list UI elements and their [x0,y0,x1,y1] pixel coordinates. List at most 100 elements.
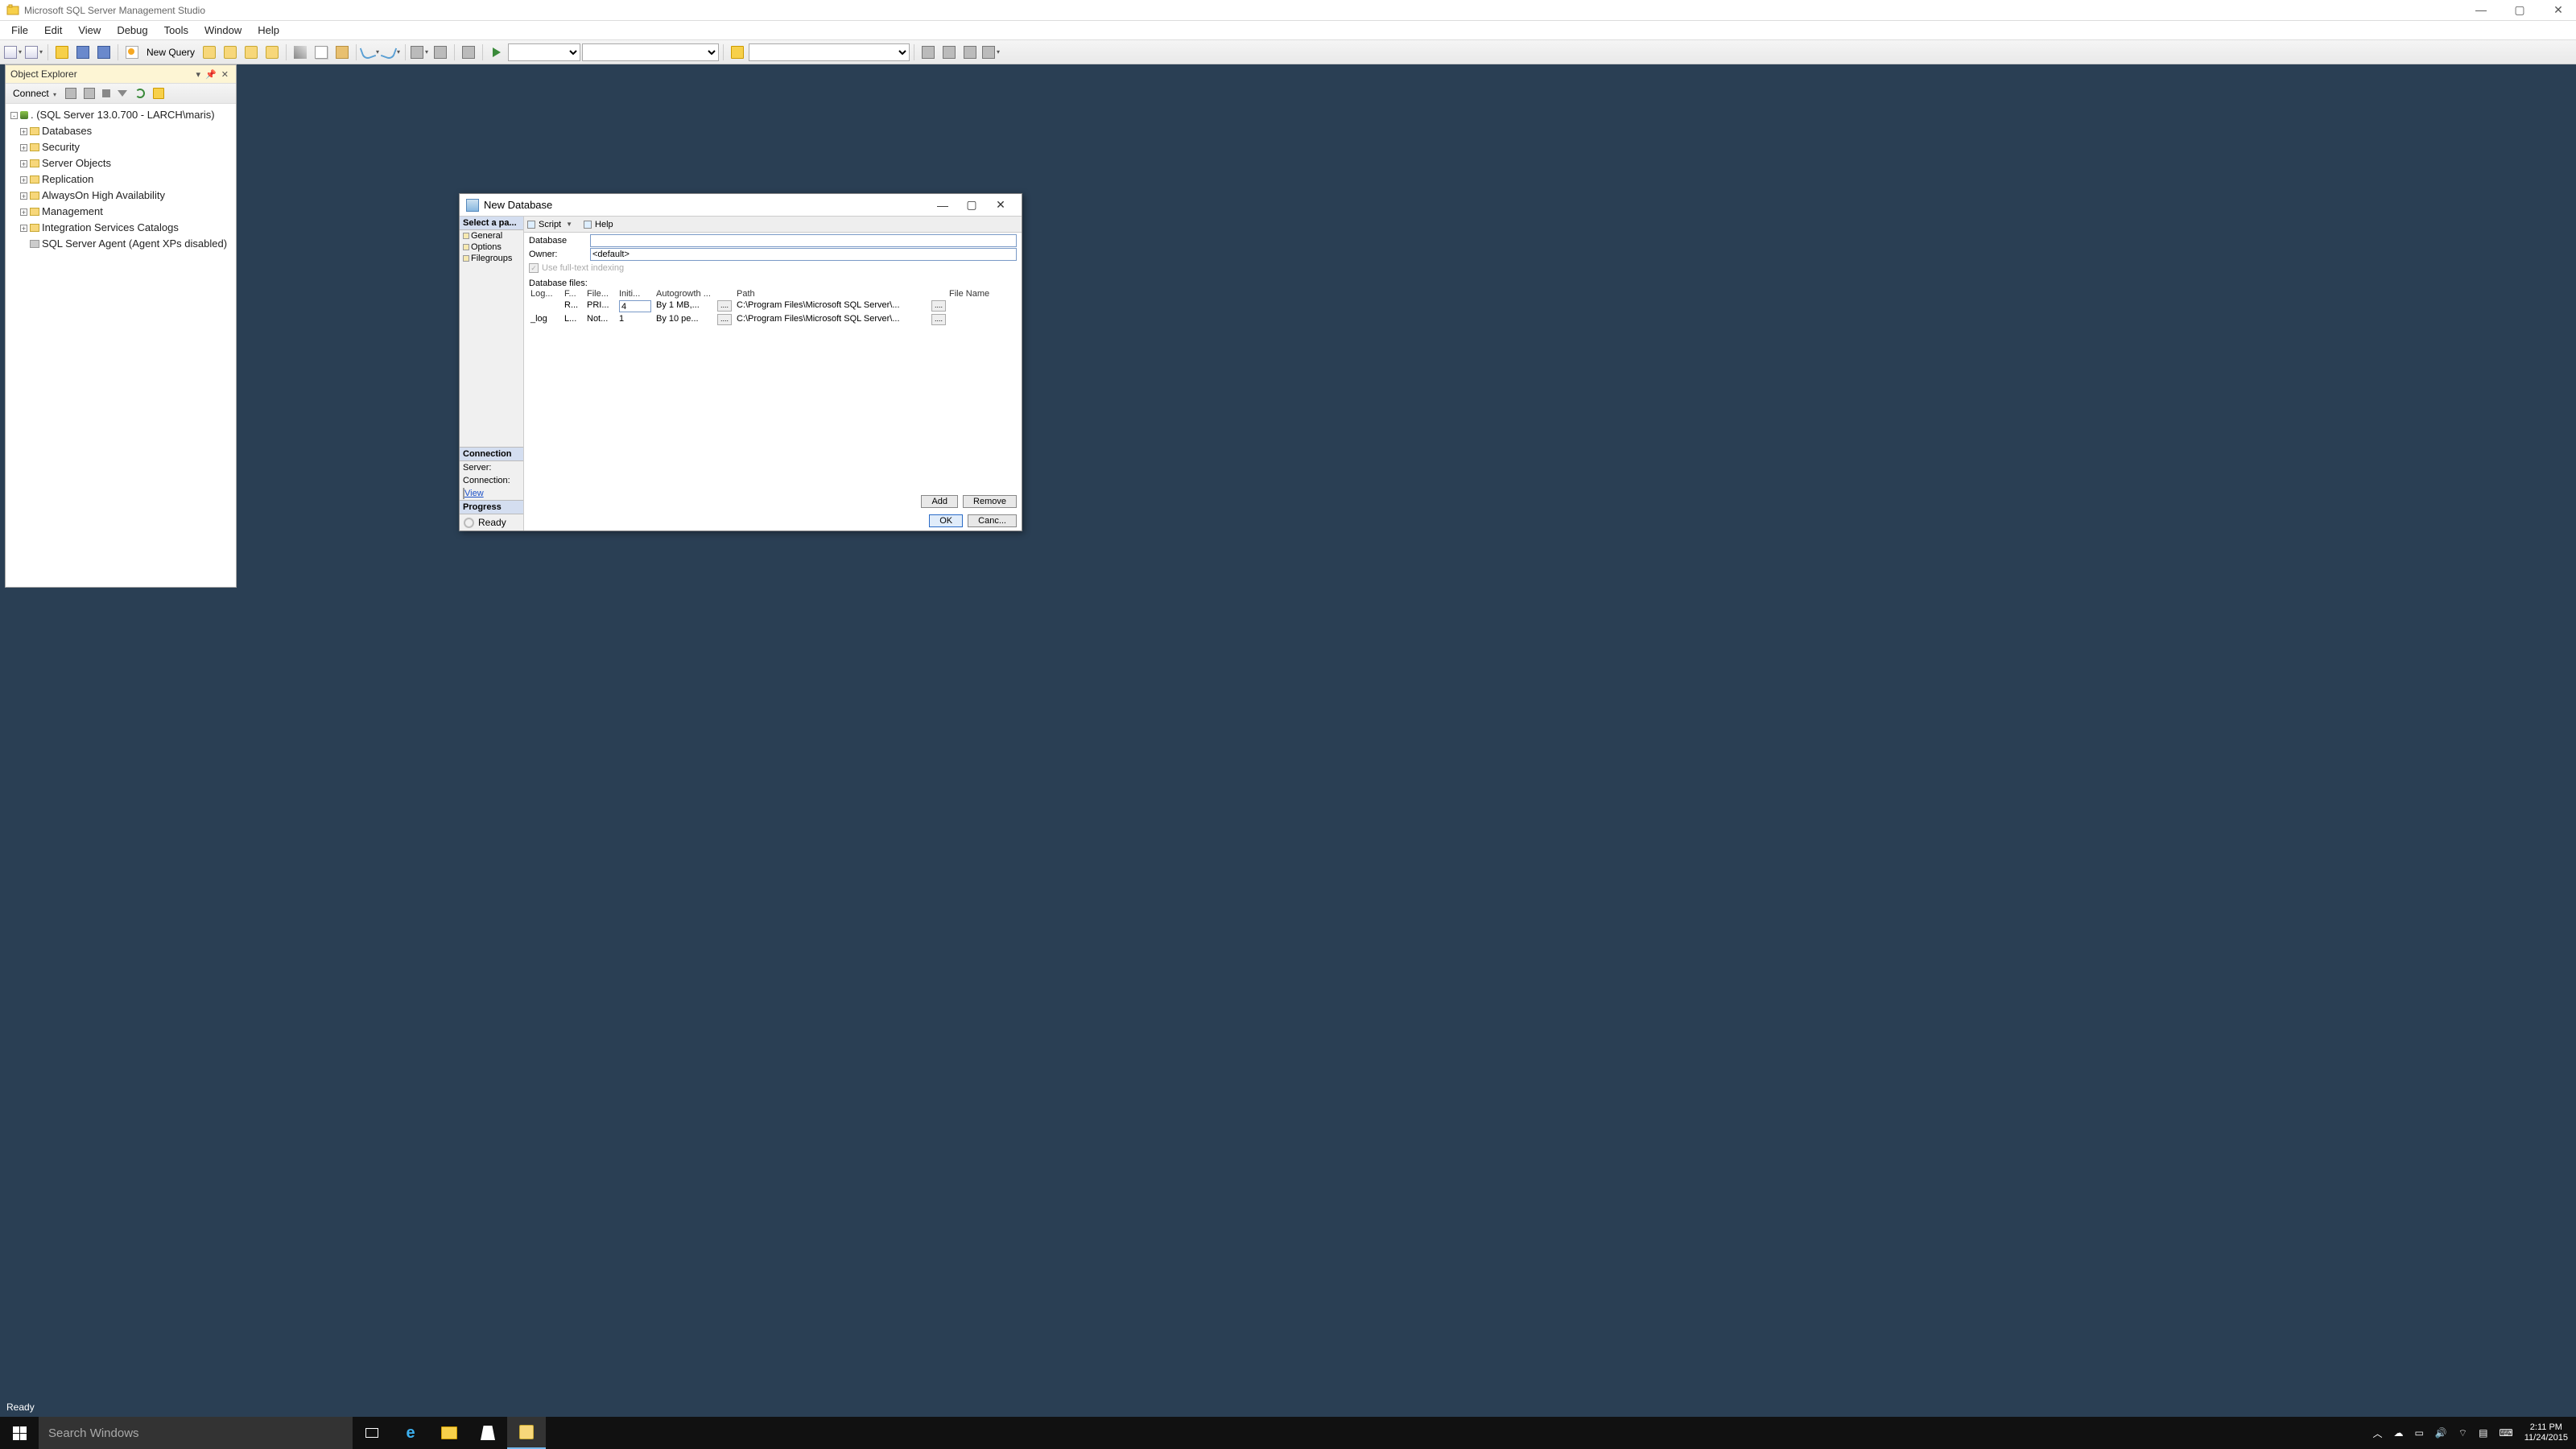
panel-dropdown-button[interactable]: ▾ [194,69,204,80]
file-row[interactable]: R... PRI... By 1 MB,... .... C:\Program … [529,299,1017,313]
cancel-button[interactable]: Canc... [968,514,1017,527]
add-button[interactable]: Add [921,495,958,508]
dialog-minimize-button[interactable]: — [928,199,957,212]
new-query-templates-button[interactable]: ▾ [24,43,43,62]
database-files-grid[interactable]: Log... F... File... Initi... Autogrowth … [529,288,1017,326]
dialog-close-button[interactable]: ✕ [986,198,1015,212]
oe-stop-button[interactable] [101,84,112,103]
page-options[interactable]: Options [460,242,523,253]
ok-button[interactable]: OK [929,514,963,527]
autogrowth-ellipsis-button[interactable]: .... [717,300,732,312]
database-combo[interactable] [508,43,580,61]
database-name-input[interactable] [590,234,1017,247]
taskbar-ssms[interactable] [507,1417,546,1449]
find-combo[interactable] [749,43,910,61]
close-button[interactable]: ✕ [2547,3,2570,17]
oe-disconnect-button[interactable] [82,84,97,103]
de-query-button[interactable] [200,43,219,62]
panel-pin-button[interactable]: 📌 [203,69,219,80]
open-button[interactable] [52,43,72,62]
tray-clock[interactable]: 2:11 PM 11/24/2015 [2524,1422,2568,1443]
dialog-maximize-button[interactable]: ▢ [957,198,986,212]
script-dropdown[interactable]: ▼ [566,221,572,228]
file-row[interactable]: _log L... Not... 1 By 10 pe... .... C:\P… [529,313,1017,326]
copy-button[interactable] [312,43,331,62]
tray-chevron-icon[interactable]: ︿ [2372,1426,2382,1440]
tray-keyboard-icon[interactable]: ⌨ [2499,1427,2512,1439]
tree-server-root[interactable]: -. (SQL Server 13.0.700 - LARCH\maris) [9,107,233,123]
owner-input[interactable] [590,248,1017,261]
object-explorer-button[interactable] [939,43,959,62]
cut-button[interactable] [291,43,310,62]
tree-management[interactable]: +Management [9,204,233,220]
col-logical-name[interactable]: Log... [529,288,563,299]
redo-button[interactable]: ▾ [382,43,401,62]
connect-button[interactable]: Connect ▾ [10,86,60,101]
oe-refresh-button[interactable] [133,84,147,103]
activity-monitor-button[interactable] [459,43,478,62]
start-button[interactable] [0,1417,39,1449]
path-ellipsis-button[interactable]: .... [931,300,946,312]
script-button[interactable]: Script [539,220,561,229]
panel-close-button[interactable]: ✕ [219,69,231,80]
debug-target-combo[interactable] [582,43,719,61]
minimize-button[interactable]: — [2470,3,2492,17]
col-initial-size[interactable]: Initi... [617,288,654,299]
new-query-icon[interactable] [122,43,142,62]
xmla-query-button[interactable] [262,43,282,62]
menu-help[interactable]: Help [250,22,287,39]
tray-action-center-icon[interactable]: ▤ [2479,1427,2487,1439]
registered-servers-button[interactable] [919,43,938,62]
taskbar-edge[interactable]: e [391,1417,430,1449]
tray-volume-icon[interactable]: 🔊 [2435,1427,2447,1439]
oe-report-button[interactable] [151,84,166,103]
tree-security[interactable]: +Security [9,139,233,155]
new-query-button[interactable]: New Query [143,47,198,58]
menu-file[interactable]: File [3,22,36,39]
nav-fwd-button[interactable] [431,43,450,62]
nav-back-button[interactable]: ▾ [410,43,429,62]
tray-wifi-icon[interactable]: ⌔ [2458,1427,2467,1439]
initial-size-input[interactable] [619,300,651,312]
task-view-button[interactable] [353,1417,391,1449]
new-project-button[interactable]: ▾ [3,43,23,62]
col-filegroup[interactable]: File... [585,288,617,299]
autogrowth-ellipsis-button[interactable]: .... [717,314,732,325]
view-connection-link[interactable]: View [464,489,484,498]
tree-integration-services[interactable]: +Integration Services Catalogs [9,220,233,236]
dmx-query-button[interactable] [242,43,261,62]
tree-databases[interactable]: +Databases [9,123,233,139]
menu-debug[interactable]: Debug [109,22,155,39]
execute-button[interactable] [487,43,506,62]
undo-button[interactable]: ▾ [361,43,380,62]
page-filegroups[interactable]: Filegroups [460,253,523,264]
object-explorer-tree[interactable]: -. (SQL Server 13.0.700 - LARCH\maris) +… [6,104,236,255]
template-browser-button[interactable] [960,43,980,62]
col-path[interactable]: Path [735,288,930,299]
tree-replication[interactable]: +Replication [9,171,233,188]
menu-view[interactable]: View [70,22,109,39]
path-ellipsis-button[interactable]: .... [931,314,946,325]
taskbar-search[interactable]: Search Windows [39,1417,353,1449]
tree-alwayson[interactable]: +AlwaysOn High Availability [9,188,233,204]
col-file-name[interactable]: File Name [947,288,1004,299]
taskbar-explorer[interactable] [430,1417,469,1449]
menu-edit[interactable]: Edit [36,22,70,39]
tray-onedrive-icon[interactable]: ☁ [2394,1427,2404,1439]
menu-window[interactable]: Window [196,22,250,39]
save-button[interactable] [73,43,93,62]
mdx-query-button[interactable] [221,43,240,62]
oe-filter-button[interactable] [116,84,129,103]
save-all-button[interactable] [94,43,114,62]
tray-battery-icon[interactable]: ▭ [2415,1427,2424,1439]
properties-button[interactable]: ▾ [981,43,1001,62]
remove-button[interactable]: Remove [963,495,1017,508]
menu-tools[interactable]: Tools [156,22,196,39]
dialog-help-button[interactable]: Help [595,220,613,229]
col-autogrowth[interactable]: Autogrowth ... [654,288,716,299]
tree-server-objects[interactable]: +Server Objects [9,155,233,171]
maximize-button[interactable]: ▢ [2508,3,2531,17]
tree-sql-agent[interactable]: +SQL Server Agent (Agent XPs disabled) [9,236,233,252]
dialog-title-bar[interactable]: New Database — ▢ ✕ [460,194,1022,217]
paste-button[interactable] [332,43,352,62]
